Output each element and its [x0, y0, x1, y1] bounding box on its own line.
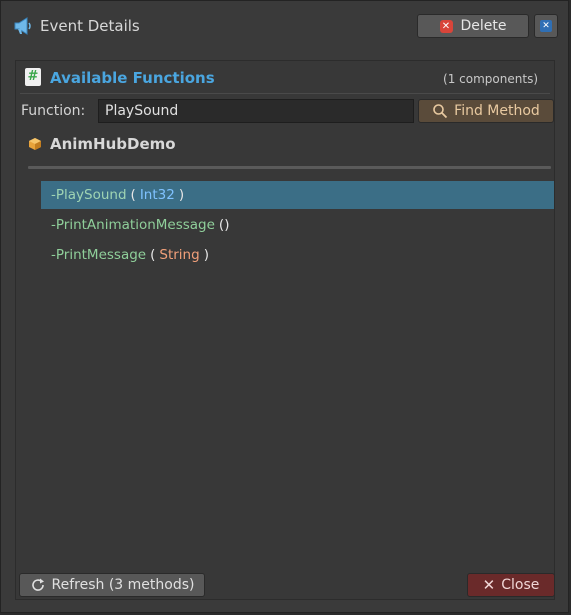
find-method-button[interactable]: Find Method	[418, 99, 554, 123]
close-label: Close	[501, 577, 540, 593]
method-paren-close: )	[224, 217, 230, 233]
find-method-label: Find Method	[454, 103, 540, 119]
component-name: AnimHubDemo	[50, 135, 176, 153]
title-bar: Event Details ✕ Delete ✕	[1, 1, 568, 51]
close-window-button[interactable]: ✕	[534, 14, 558, 38]
section-title: Available Functions	[50, 69, 215, 87]
method-item[interactable]: - PlaySound ( Int32 )	[41, 181, 554, 209]
method-paren-close: )	[178, 187, 185, 203]
components-count: (1 components)	[443, 72, 538, 86]
functions-panel: # Available Functions (1 components) Fun…	[15, 60, 555, 600]
magnifier-icon	[433, 104, 448, 119]
method-param-type: String	[159, 247, 200, 263]
refresh-label: Refresh (3 methods)	[51, 577, 195, 593]
megaphone-icon	[14, 17, 31, 35]
script-hash-icon: #	[25, 68, 41, 86]
method-paren-open: (	[150, 247, 156, 263]
function-input[interactable]	[98, 99, 414, 123]
method-list: - PlaySound ( Int32 ) - PrintAnimationMe…	[41, 181, 554, 271]
function-label: Function:	[21, 103, 86, 119]
method-paren-open: (	[130, 187, 136, 203]
event-details-window: Event Details ✕ Delete ✕ # Available Fun…	[0, 0, 569, 613]
divider	[28, 166, 551, 169]
refresh-icon	[31, 578, 44, 591]
window-title: Event Details	[40, 17, 140, 35]
section-header: # Available Functions (1 components)	[20, 65, 550, 94]
refresh-button[interactable]: Refresh (3 methods)	[19, 573, 205, 597]
component-box-icon	[29, 138, 41, 150]
close-button[interactable]: ✕ Close	[467, 573, 555, 597]
method-name: PrintMessage	[55, 247, 147, 263]
method-paren-close: )	[203, 247, 209, 263]
method-item[interactable]: - PrintAnimationMessage ( )	[41, 211, 554, 239]
method-name: PlaySound	[55, 187, 127, 203]
close-icon: ✕	[540, 20, 552, 32]
method-item[interactable]: - PrintMessage ( String )	[41, 241, 554, 269]
component-row: AnimHubDemo	[28, 133, 176, 155]
delete-icon: ✕	[439, 19, 453, 33]
close-x-icon: ✕	[482, 576, 496, 594]
method-name: PrintAnimationMessage	[55, 217, 215, 233]
delete-label: Delete	[460, 18, 507, 34]
delete-button[interactable]: ✕ Delete	[417, 14, 529, 38]
method-param-type: Int32	[139, 187, 175, 203]
